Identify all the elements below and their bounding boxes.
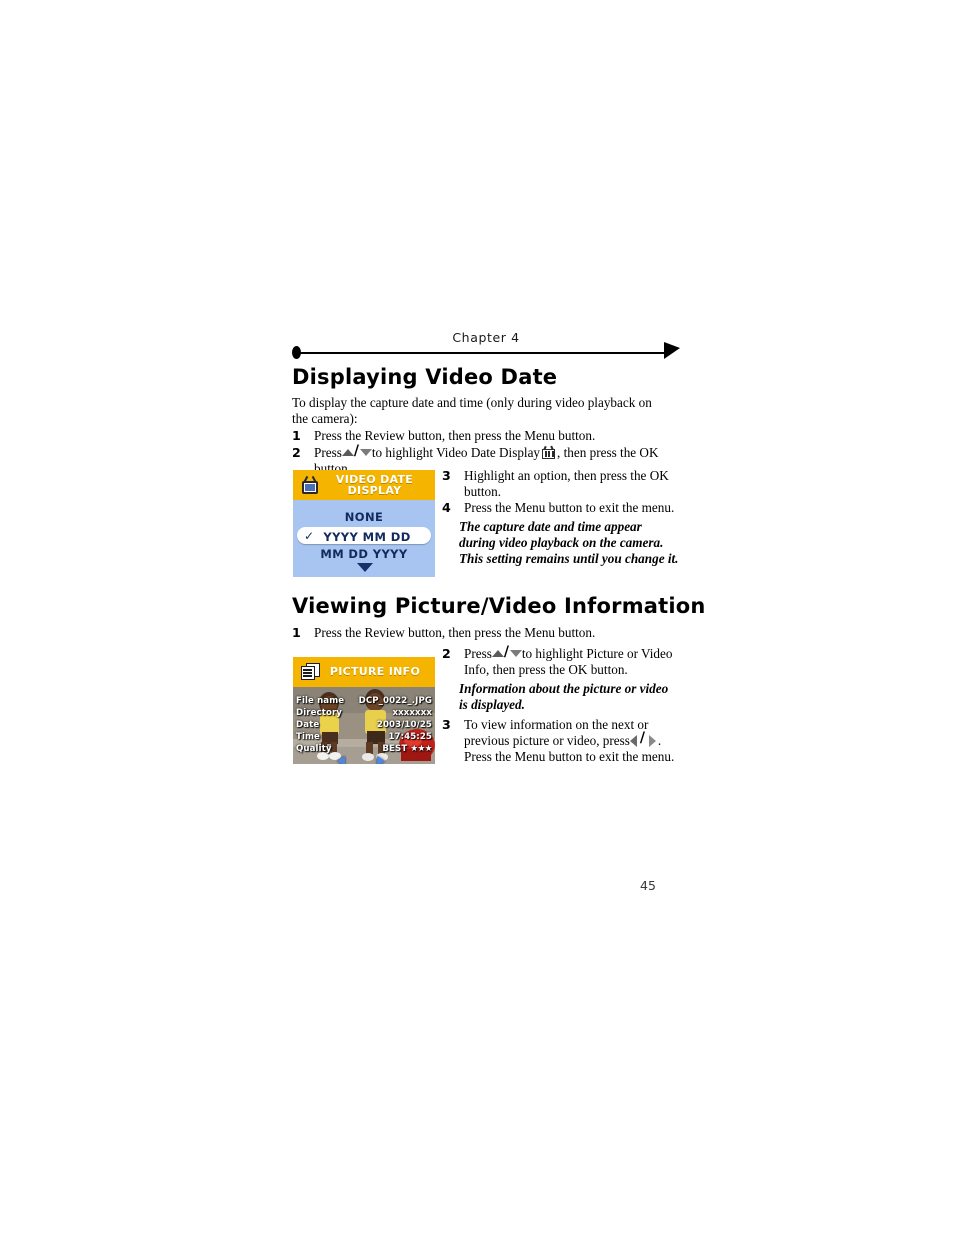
info-key: Quality bbox=[296, 744, 332, 754]
slash-separator: / bbox=[353, 443, 359, 459]
info-row: Quality BEST ★★★ bbox=[293, 744, 435, 755]
info-key: Time bbox=[296, 732, 320, 742]
left-right-arrows-icon: / bbox=[629, 730, 658, 747]
header-dot-ornament bbox=[292, 346, 301, 359]
step-viewing-info-2: 2 Press / to highlight Picture or Video In… bbox=[442, 644, 680, 678]
document-list-icon bbox=[301, 663, 321, 681]
lcd-header-title: PICTURE INFO bbox=[329, 665, 421, 679]
step-text: Press the Review button, then press the … bbox=[314, 428, 596, 443]
page-title-displaying-video-date: Displaying Video Date bbox=[292, 365, 558, 389]
nav-previous-icon[interactable] bbox=[337, 756, 345, 764]
info-key: Directory bbox=[296, 708, 342, 718]
lcd-header-bar: VIDEO DATE DISPLAY bbox=[293, 470, 435, 500]
menu-option-yyyy-mm-dd-selected[interactable]: ✓ YYYY MM DD bbox=[297, 527, 431, 544]
header-rule bbox=[296, 352, 670, 354]
lcd-menu-body: NONE ✓ YYYY MM DD MM DD YYYY bbox=[293, 500, 435, 577]
info-value: DCP_0022_.JPG bbox=[358, 696, 432, 706]
step-video-date-4: 4 Press the Menu button to exit the menu… bbox=[442, 500, 678, 516]
doc-line bbox=[305, 675, 312, 677]
icon-bar bbox=[544, 451, 547, 457]
tv-screen bbox=[305, 484, 315, 491]
note-video-date: The capture date and time appear during … bbox=[459, 519, 679, 566]
intro-paragraph: To display the capture date and time (on… bbox=[292, 395, 652, 426]
doc-line bbox=[305, 672, 312, 674]
chapter-label: Chapter 4 bbox=[452, 330, 520, 345]
step-number: 1 bbox=[292, 625, 301, 640]
step-viewing-info-1: 1 Press the Review button, then press th… bbox=[292, 625, 682, 641]
slash-separator: / bbox=[503, 644, 509, 660]
info-value: xxxxxxx bbox=[392, 708, 432, 718]
left-arrow-icon bbox=[629, 734, 637, 747]
step-number: 3 bbox=[442, 717, 451, 732]
step-video-date-3: 3 Highlight an option, then press the OK… bbox=[442, 468, 678, 500]
down-arrow-icon bbox=[509, 650, 522, 657]
step-video-date-1: 1 Press the Review button, then press th… bbox=[292, 428, 682, 444]
note-viewing-info: Information about the picture or video i… bbox=[459, 681, 669, 712]
step-number: 2 bbox=[442, 646, 451, 661]
step-text-part-a: Press bbox=[314, 445, 342, 460]
up-down-arrows-icon: / bbox=[491, 644, 522, 660]
step-text: To view information on the next or previ… bbox=[464, 717, 680, 764]
up-down-arrows-icon: / bbox=[341, 443, 372, 459]
icon-bar bbox=[551, 451, 554, 457]
info-key: Date bbox=[296, 720, 320, 730]
step-number: 2 bbox=[292, 445, 301, 460]
step-text: Highlight an option, then press the OK b… bbox=[464, 468, 669, 499]
icon-bar bbox=[548, 451, 551, 457]
doc-line bbox=[305, 669, 312, 671]
step-text-part-a: To view information on the next or previ… bbox=[464, 717, 649, 748]
lcd-header-title: VIDEO DATE DISPLAY bbox=[320, 473, 435, 497]
info-value: 17:45:25 bbox=[388, 732, 432, 742]
step-text: Press the Menu button to exit the menu. bbox=[464, 500, 675, 515]
tv-video-icon bbox=[300, 475, 320, 495]
info-value: BEST ★★★ bbox=[382, 744, 432, 754]
down-arrow-icon bbox=[359, 449, 372, 456]
running-header: Chapter 4 bbox=[292, 330, 680, 360]
lcd-title-line2: DISPLAY bbox=[347, 484, 402, 497]
nav-next-icon[interactable] bbox=[377, 756, 385, 764]
menu-option-mm-dd-yyyy[interactable]: MM DD YYYY bbox=[293, 547, 435, 561]
right-arrow-icon bbox=[648, 734, 656, 747]
header-arrow-icon bbox=[664, 342, 680, 359]
manual-page: Chapter 4 Displaying Video Date To displ… bbox=[0, 0, 954, 1235]
up-arrow-icon bbox=[491, 650, 504, 657]
lcd-header-bar: PICTURE INFO bbox=[293, 657, 435, 687]
up-arrow-icon bbox=[341, 449, 354, 456]
step-number: 3 bbox=[442, 468, 451, 483]
step-text-part-a: Press bbox=[464, 646, 492, 661]
info-row: Directory xxxxxxx bbox=[293, 708, 435, 719]
lcd-photo-area: File name DCP_0022_.JPG Directory xxxxxx… bbox=[293, 687, 435, 764]
quality-value: BEST bbox=[382, 744, 408, 754]
page-title-viewing-picture-video-information: Viewing Picture/Video Information bbox=[292, 594, 706, 618]
check-icon: ✓ bbox=[304, 529, 315, 543]
info-row: Time 17:45:25 bbox=[293, 732, 435, 743]
info-key: File name bbox=[296, 696, 345, 706]
info-row: Date 2003/10/25 bbox=[293, 720, 435, 731]
slash-separator: / bbox=[639, 729, 646, 746]
step-text-part-b: to highlight Video Date Display bbox=[371, 445, 541, 460]
video-date-display-icon bbox=[541, 445, 556, 459]
step-viewing-info-3: 3 To view information on the next or pre… bbox=[442, 717, 680, 764]
lcd-picture-info-screen: PICTURE INFO File name DCP_0022_.JPG Dir… bbox=[293, 657, 435, 764]
page-number: 45 bbox=[640, 878, 656, 893]
quality-stars-icon: ★★★ bbox=[410, 744, 432, 754]
step-number: 1 bbox=[292, 428, 301, 443]
menu-option-label: YYYY MM DD bbox=[323, 529, 411, 544]
lcd-video-date-display-screen: VIDEO DATE DISPLAY NONE ✓ YYYY MM DD MM … bbox=[293, 470, 435, 577]
step-text: Press the Review button, then press the … bbox=[314, 625, 596, 640]
step-text: Press / to highlight Picture or Video Info… bbox=[464, 644, 680, 678]
scroll-down-icon[interactable] bbox=[357, 563, 373, 572]
menu-option-none[interactable]: NONE bbox=[293, 510, 435, 524]
info-value: 2003/10/25 bbox=[376, 720, 432, 730]
info-row: File name DCP_0022_.JPG bbox=[293, 696, 435, 707]
step-number: 4 bbox=[442, 500, 451, 515]
